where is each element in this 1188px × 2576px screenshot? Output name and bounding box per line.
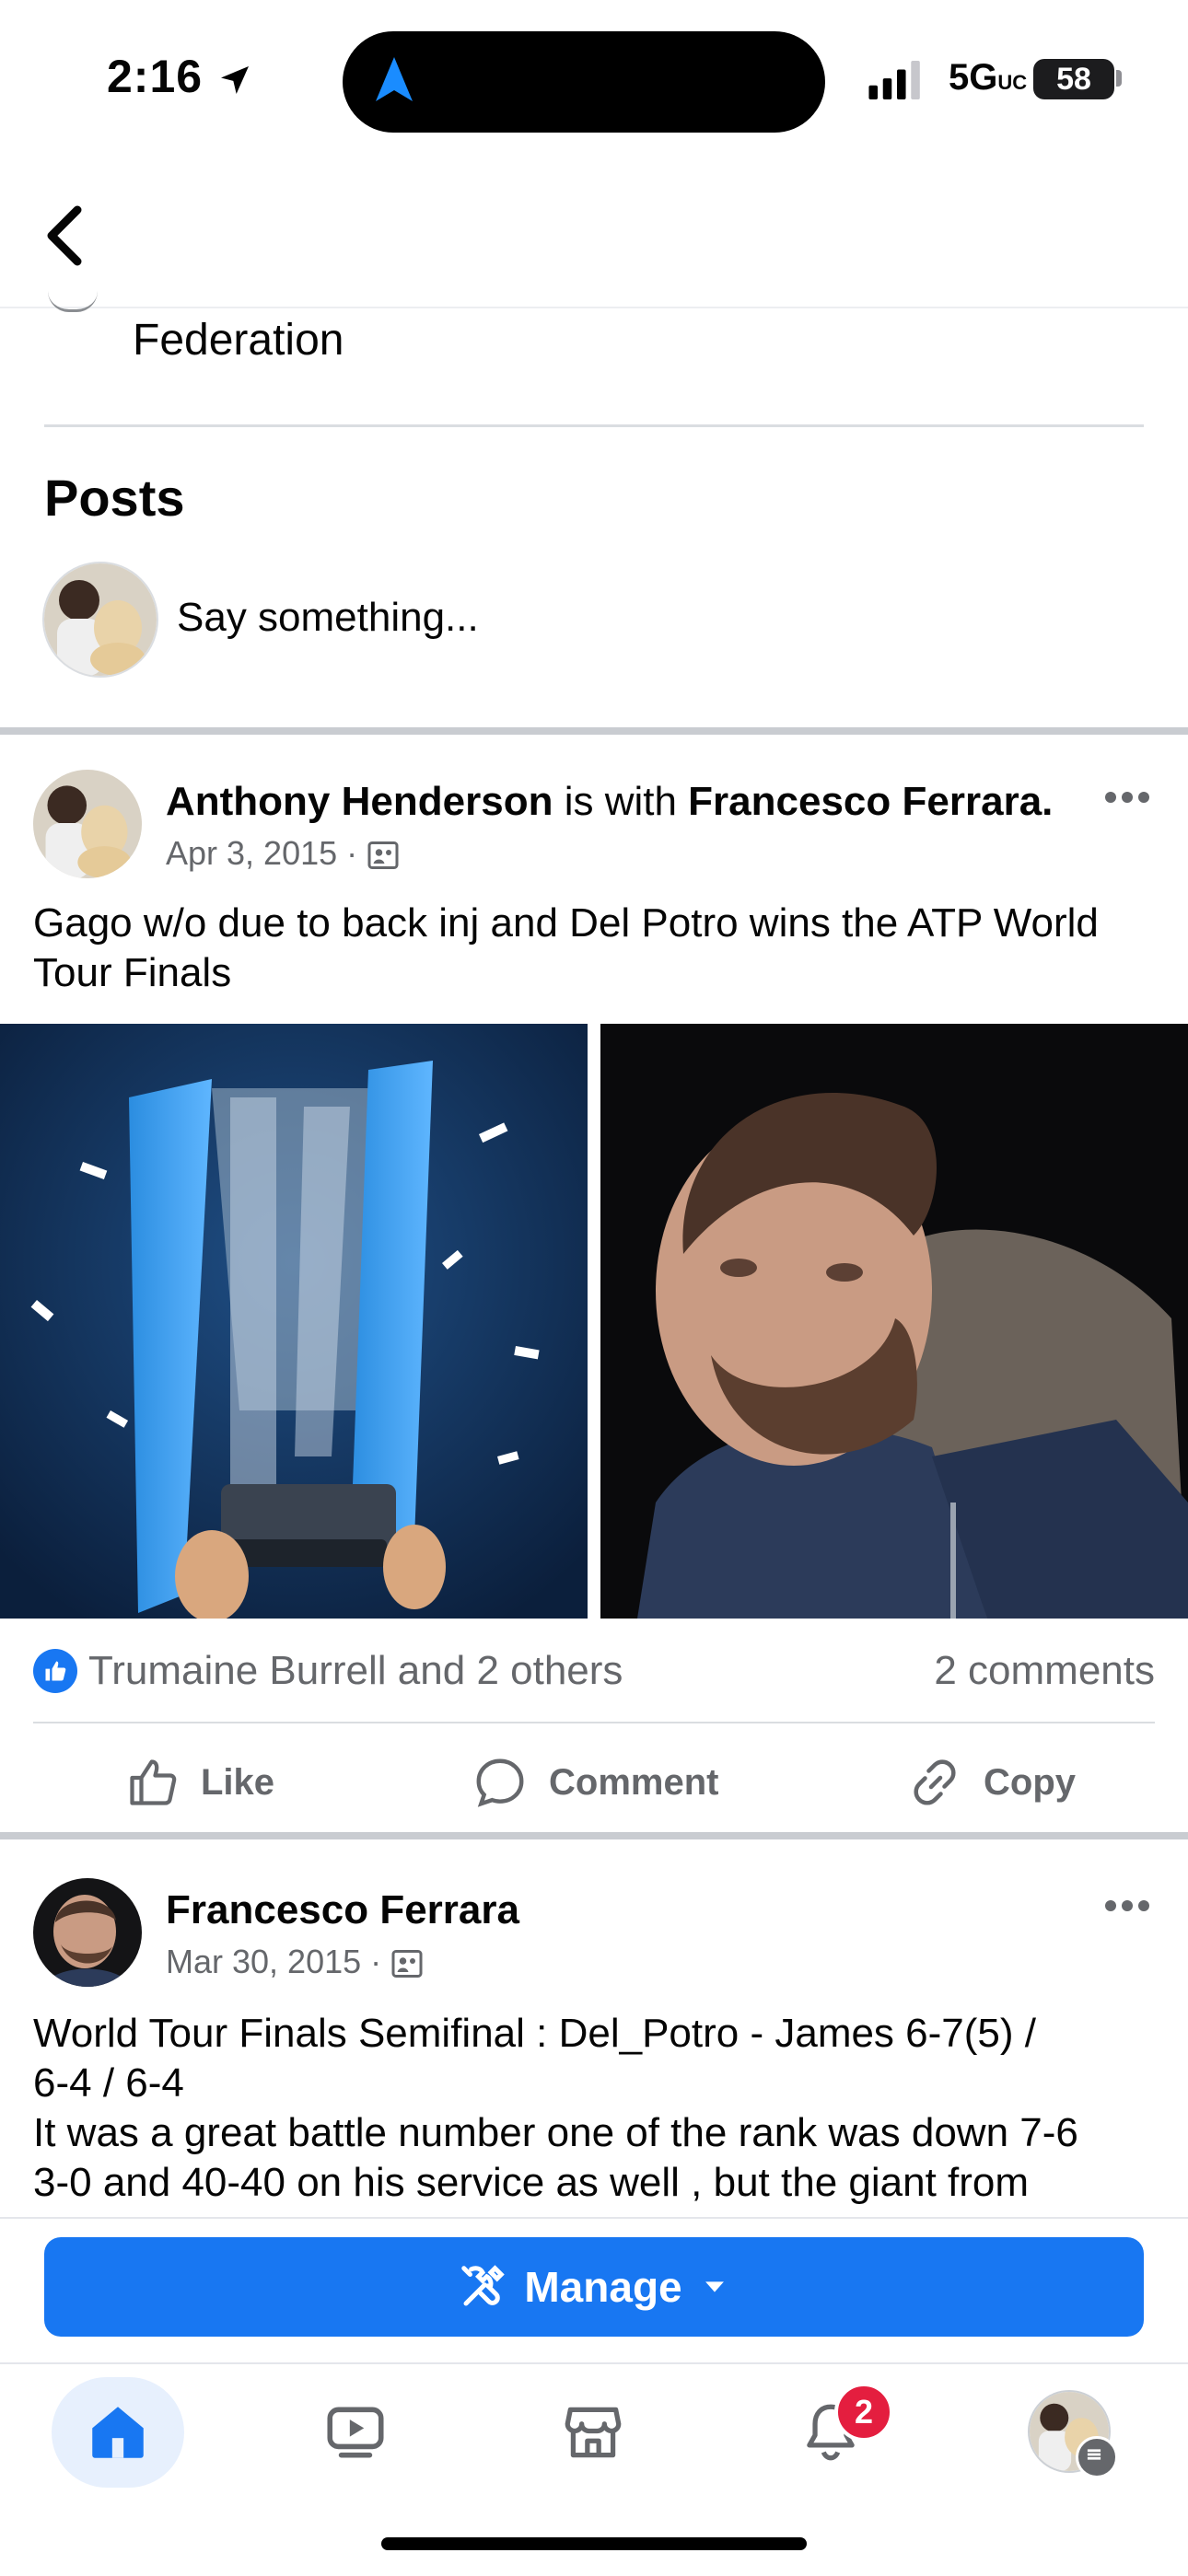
location-arrow-icon (220, 65, 249, 94)
audience-icon (367, 841, 399, 870)
post-text: World Tour Finals Semifinal : Del_Potro … (33, 2009, 1157, 2208)
post-text: Gago w/o due to back inj and Del Potro w… (33, 900, 1099, 995)
status-time: 2:16 (107, 50, 253, 103)
post-with-text: is with (564, 779, 677, 824)
thumbs-up-icon (130, 1759, 177, 1805)
post-text-line: It was a great battle number one of the … (33, 2110, 1078, 2155)
section-divider (44, 424, 1144, 427)
feed-divider (0, 727, 1188, 735)
post-text-line: 3-0 and 40-40 on his service as well , b… (33, 2160, 1030, 2205)
home-indicator (381, 2537, 807, 2550)
notification-count-badge: 2 (834, 2383, 893, 2442)
info-icon-partial (48, 291, 98, 312)
post-author-avatar[interactable] (33, 770, 142, 878)
tab-marketplace[interactable] (527, 2377, 659, 2488)
reactions-text: Trumaine Burrell and 2 others (88, 1648, 623, 1693)
back-chevron-icon[interactable] (41, 204, 88, 267)
post-author-line: Anthony Henderson is with Francesco Ferr… (166, 779, 1053, 825)
post-date[interactable]: Mar 30, 2015 (166, 1943, 361, 1980)
network-label: 5GUC (949, 57, 1028, 98)
post-author-name[interactable]: Francesco Ferrara (166, 1887, 519, 1932)
manage-button[interactable]: Manage (44, 2237, 1144, 2337)
feed-divider (0, 1832, 1188, 1839)
header-divider (0, 307, 1188, 308)
post-photo-trophy[interactable] (0, 1024, 588, 1619)
battery-nub (1116, 70, 1122, 87)
manage-label: Manage (524, 2263, 682, 2311)
comments-count[interactable]: 2 comments (934, 1648, 1155, 1694)
home-icon (92, 2407, 144, 2458)
signal-icon (868, 61, 920, 99)
comment-bubble-icon (476, 1758, 524, 1807)
more-options-icon[interactable] (1103, 790, 1151, 805)
tools-icon (461, 2265, 506, 2306)
battery-indicator: 58 (1033, 59, 1114, 99)
tab-home[interactable] (52, 2377, 184, 2488)
marketplace-icon (565, 2407, 622, 2458)
post-meta: Apr 3, 2015 · (166, 834, 400, 873)
composer-avatar[interactable] (42, 562, 158, 678)
caret-down-icon (705, 2281, 724, 2292)
avatar-photo (33, 1878, 142, 1987)
reactions-summary[interactable]: Trumaine Burrell and 2 others (33, 1648, 623, 1694)
actions-divider (33, 1722, 1155, 1723)
dynamic-island (343, 31, 825, 133)
comment-button[interactable]: Comment (472, 1747, 718, 1817)
navigation-arrow-icon (376, 57, 413, 101)
tab-video[interactable] (289, 2377, 422, 2488)
posts-heading: Posts (44, 469, 185, 527)
post-author-avatar[interactable] (33, 1878, 142, 1987)
like-reaction-icon (33, 1649, 77, 1693)
avatar-photo (44, 563, 157, 676)
like-button[interactable]: Like (125, 1747, 274, 1817)
intro-federation-text: Federation (133, 316, 344, 365)
post-tagged-name[interactable]: Francesco Ferrara. (688, 779, 1053, 824)
link-icon (914, 1759, 956, 1805)
post-meta: Mar 30, 2015 · (166, 1943, 424, 1981)
avatar-photo (33, 770, 142, 878)
post-photo-person[interactable] (600, 1024, 1188, 1619)
menu-icon[interactable] (1076, 2436, 1118, 2478)
post-author-name[interactable]: Anthony Henderson (166, 779, 553, 824)
copy-link-button[interactable]: Copy (908, 1747, 1076, 1817)
more-options-icon[interactable] (1103, 1898, 1151, 1913)
audience-icon (391, 1950, 423, 1978)
post-text-line: 6-4 / 6-4 (33, 2060, 184, 2106)
post-text-line: World Tour Finals Semifinal : Del_Potro … (33, 2011, 1036, 2056)
video-icon (327, 2407, 384, 2458)
post-author-line: Francesco Ferrara (166, 1887, 519, 1933)
post-date[interactable]: Apr 3, 2015 (166, 834, 337, 872)
composer-input[interactable]: Say something... (177, 595, 479, 641)
